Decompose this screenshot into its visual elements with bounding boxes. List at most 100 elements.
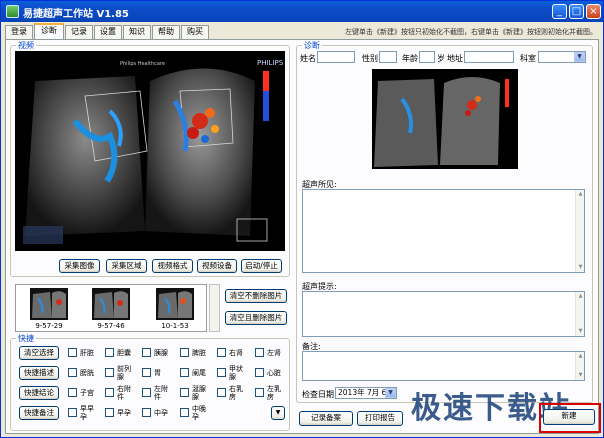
checkbox-left-breast[interactable] — [255, 388, 264, 397]
clear-keep-images-button[interactable]: 清空不删除图片 — [225, 289, 287, 303]
checkbox-label: 左肾 — [267, 349, 281, 357]
more-shortcuts-dropdown[interactable]: ▼ — [271, 406, 285, 420]
checkbox-right-breast[interactable] — [217, 388, 226, 397]
close-button[interactable]: × — [586, 4, 601, 19]
remark-scrollbar[interactable]: ▲ ▼ — [575, 352, 584, 380]
ultrasound-image: PHILIPS Philips Healthcare — [23, 59, 284, 244]
checkbox-label: 胃 — [154, 369, 161, 377]
capture-region-button[interactable]: 采集区域 — [106, 259, 147, 273]
thumbnail-picture — [158, 291, 192, 318]
chevron-down-icon: ▼ — [385, 388, 396, 398]
checkbox-label: 胆囊 — [117, 349, 131, 357]
checkbox-label: 中晚 孕 — [192, 405, 206, 421]
tab-login[interactable]: 登录 — [5, 25, 33, 39]
checkbox-very-early-pregnancy[interactable] — [68, 408, 77, 417]
checkbox-early-pregnancy[interactable] — [105, 408, 114, 417]
tab-records[interactable]: 记录 — [65, 25, 93, 39]
thumbnail-list[interactable]: 9-57-29 9-57-46 10-1-53 — [15, 284, 207, 332]
thumbnail-picture — [32, 291, 66, 318]
title-bar[interactable]: 易捷超声工作站 V1.85 _ □ × — [1, 1, 603, 22]
tab-settings[interactable]: 设置 — [94, 25, 122, 39]
checkbox-label: 右附 件 — [117, 385, 131, 401]
prompt-textarea[interactable]: ▲ ▼ — [302, 291, 585, 337]
minimize-button[interactable]: _ — [552, 4, 567, 19]
checkbox-gallbladder[interactable] — [105, 348, 114, 357]
thumbnail-image[interactable] — [156, 288, 194, 320]
app-window: 易捷超声工作站 V1.85 _ □ × 登录 诊断 记录 设置 知识 帮助 购买… — [0, 0, 604, 438]
checkbox-label: 甲状 腺 — [229, 365, 243, 381]
checkbox-right-kidney[interactable] — [217, 348, 226, 357]
gender-label: 性别 — [362, 54, 378, 63]
tab-buy[interactable]: 购买 — [181, 25, 209, 39]
save-record-button[interactable]: 记录备案 — [299, 411, 353, 426]
gender-field[interactable] — [379, 51, 397, 63]
checkbox-label: 肝脏 — [80, 349, 94, 357]
checkbox-label: 前列 腺 — [117, 365, 131, 381]
findings-scrollbar[interactable]: ▲ ▼ — [575, 190, 584, 272]
checkbox-appendix[interactable] — [180, 368, 189, 377]
checkbox-left-kidney[interactable] — [255, 348, 264, 357]
print-report-button[interactable]: 打印报告 — [357, 411, 403, 426]
video-device-button[interactable]: 视频设备 — [197, 259, 237, 273]
prompt-scrollbar[interactable]: ▲ ▼ — [575, 292, 584, 336]
tab-knowledge[interactable]: 知识 — [123, 25, 151, 39]
checkbox-left-adnexa[interactable] — [142, 388, 151, 397]
usage-hint: 左键单击《新建》按钮只初始化不截图，右键单击《新建》按钮则初始化并截图。 — [345, 28, 597, 36]
window-title: 易捷超声工作站 V1.85 — [23, 9, 129, 20]
checkbox-label: 心脏 — [267, 369, 281, 377]
preview-picture — [374, 77, 509, 167]
checkbox-salivary[interactable] — [180, 388, 189, 397]
quick-remark-button[interactable]: 快捷备注 — [19, 406, 59, 420]
checkbox-label: 中孕 — [154, 409, 168, 417]
checkbox-right-adnexa[interactable] — [105, 388, 114, 397]
age-label: 年龄 — [402, 54, 418, 63]
checkbox-label: 子宫 — [80, 389, 94, 397]
shortcuts-group-label: 快捷 — [16, 333, 36, 344]
app-icon — [6, 5, 19, 18]
checkbox-heart[interactable] — [255, 368, 264, 377]
thumbnail-caption: 10-1-53 — [161, 322, 189, 330]
checkbox-uterus[interactable] — [68, 388, 77, 397]
checkbox-stomach[interactable] — [142, 368, 151, 377]
video-format-button[interactable]: 视频格式 — [152, 259, 193, 273]
department-select[interactable]: ▼ — [538, 51, 586, 63]
start-stop-button[interactable]: 启动/停止 — [241, 259, 282, 273]
checkbox-label: 左乳 房 — [267, 385, 281, 401]
checkbox-bladder[interactable] — [68, 368, 77, 377]
checkbox-label: 胰腺 — [154, 349, 168, 357]
clear-delete-images-button[interactable]: 清空且删除图片 — [225, 311, 287, 325]
chevron-down-icon: ▼ — [574, 52, 585, 62]
quick-conclusion-button[interactable]: 快捷结论 — [19, 386, 59, 400]
tab-help[interactable]: 帮助 — [152, 25, 180, 39]
capture-image-button[interactable]: 采集图像 — [59, 259, 100, 273]
thumbnail-image[interactable] — [30, 288, 68, 320]
thumbnail-image[interactable] — [92, 288, 130, 320]
checkbox-prostate[interactable] — [105, 368, 114, 377]
maximize-button[interactable]: □ — [569, 4, 584, 19]
video-group-label: 视频 — [16, 40, 36, 51]
diagnosis-group-label: 诊断 — [302, 40, 322, 51]
quick-description-button[interactable]: 快捷描述 — [19, 366, 59, 380]
checkbox-label: 左附 件 — [154, 385, 168, 401]
tab-diagnosis[interactable]: 诊断 — [34, 23, 64, 39]
exam-date-picker[interactable]: 2013年 7月 6日 ▼ — [335, 387, 397, 399]
address-label: 地址 — [447, 54, 463, 63]
checkbox-mid-pregnancy[interactable] — [142, 408, 151, 417]
ultrasound-video[interactable]: PHILIPS Philips Healthcare — [15, 51, 285, 251]
checkbox-pancreas[interactable] — [142, 348, 151, 357]
name-field[interactable] — [317, 51, 355, 63]
address-field[interactable] — [464, 51, 514, 63]
checkbox-label: 膀胱 — [80, 369, 94, 377]
age-field[interactable] — [419, 51, 435, 63]
exam-date-label: 检查日期 — [302, 390, 334, 399]
checkbox-liver[interactable] — [68, 348, 77, 357]
remark-textarea[interactable]: ▲ ▼ — [302, 351, 585, 381]
thumbnail-picture — [94, 291, 128, 318]
findings-textarea[interactable]: ▲ ▼ — [302, 189, 585, 273]
checkbox-spleen[interactable] — [180, 348, 189, 357]
checkbox-mid-late-pregnancy[interactable] — [180, 408, 189, 417]
checkbox-thyroid[interactable] — [217, 368, 226, 377]
thumbnail-scrollbar[interactable] — [209, 284, 220, 332]
checkbox-label: 脾脏 — [192, 349, 206, 357]
clear-selection-button[interactable]: 清空选择 — [19, 346, 59, 360]
